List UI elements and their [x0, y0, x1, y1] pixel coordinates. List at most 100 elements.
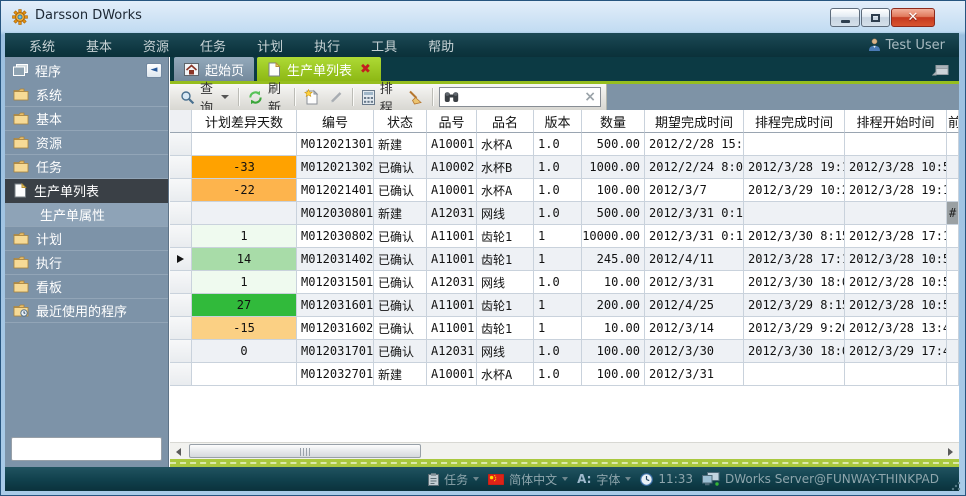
dropdown-arrow-icon[interactable] — [221, 95, 229, 99]
cell-sched_start[interactable] — [845, 363, 947, 386]
cell-sched_finish[interactable]: 2012/3/30 18:00 — [744, 340, 845, 363]
row-selector-cell[interactable] — [170, 294, 192, 317]
table-row[interactable]: 1M012030802已确认A11001齿轮1110000.002012/3/3… — [170, 225, 959, 248]
cell-sched_start[interactable] — [845, 133, 947, 156]
column-header[interactable]: 品号 — [427, 110, 477, 133]
cell-part_name[interactable]: 水杯A — [477, 133, 534, 156]
cell-expected_finish[interactable]: 2012/3/31 0:10 — [645, 202, 744, 225]
cell-part_name[interactable]: 齿轮1 — [477, 225, 534, 248]
cell-diff_days[interactable] — [192, 363, 297, 386]
cell-qty[interactable]: 10.00 — [582, 317, 645, 340]
cell-qty[interactable]: 500.00 — [582, 133, 645, 156]
cell-sched_start[interactable]: 2012/3/28 13:40 — [845, 317, 947, 340]
cell-diff_days[interactable]: 1 — [192, 271, 297, 294]
cell-diff_days[interactable]: -22 — [192, 179, 297, 202]
sidebar-item[interactable]: 执行 — [5, 251, 168, 275]
cell-sched_start[interactable]: 2012/3/28 10:52 — [845, 156, 947, 179]
cell-overflow[interactable]: # — [947, 202, 959, 225]
cell-expected_finish[interactable]: 2012/3/31 — [645, 363, 744, 386]
menu-item[interactable]: 工具 — [365, 34, 403, 57]
cell-qty[interactable]: 100.00 — [582, 363, 645, 386]
cell-part_name[interactable]: 齿轮1 — [477, 294, 534, 317]
cell-sched_finish[interactable]: 2012/3/29 10:20 — [744, 179, 845, 202]
cell-order_no[interactable]: M012030801 — [297, 202, 374, 225]
toolbar-search-clear-icon[interactable]: × — [584, 90, 596, 104]
cell-version[interactable]: 1.0 — [534, 133, 582, 156]
cell-qty[interactable]: 200.00 — [582, 294, 645, 317]
cell-sched_finish[interactable]: 2012/3/28 17:13 — [744, 248, 845, 271]
cell-version[interactable]: 1 — [534, 248, 582, 271]
cell-order_no[interactable]: M012021302 — [297, 156, 374, 179]
cell-expected_finish[interactable]: 2012/4/25 — [645, 294, 744, 317]
row-selector-cell[interactable] — [170, 133, 192, 156]
cell-part_no[interactable]: A10001 — [427, 363, 477, 386]
cell-diff_days[interactable]: 27 — [192, 294, 297, 317]
cell-version[interactable]: 1.0 — [534, 340, 582, 363]
column-header[interactable]: 数量 — [582, 110, 645, 133]
cell-part_name[interactable]: 网线 — [477, 340, 534, 363]
cell-sched_finish[interactable] — [744, 202, 845, 225]
cell-order_no[interactable]: M012031602 — [297, 317, 374, 340]
cell-version[interactable]: 1.0 — [534, 179, 582, 202]
cell-qty[interactable]: 245.00 — [582, 248, 645, 271]
sidebar-item[interactable]: 资源 — [5, 131, 168, 155]
menu-item[interactable]: 帮助 — [422, 34, 460, 57]
cell-expected_finish[interactable]: 2012/3/31 0:17 — [645, 225, 744, 248]
row-selector-cell[interactable] — [170, 179, 192, 202]
statusbar-item[interactable]: 11:33 — [640, 472, 693, 486]
row-selector-cell[interactable] — [170, 363, 192, 386]
cell-order_no[interactable]: M012032701 — [297, 363, 374, 386]
toolbar-search-input[interactable] — [463, 90, 580, 104]
sidebar-item[interactable]: 计划 — [5, 227, 168, 251]
toolbar-icon-button[interactable] — [402, 88, 428, 107]
cell-part_name[interactable]: 网线 — [477, 271, 534, 294]
column-header[interactable]: 排程开始时间 — [845, 110, 947, 133]
cell-part_no[interactable]: A12031 — [427, 340, 477, 363]
cell-status[interactable]: 已确认 — [374, 156, 427, 179]
cell-sched_finish[interactable]: 2012/3/30 18:00 — [744, 271, 845, 294]
table-row[interactable]: 0M012031701已确认A12031网线1.0100.002012/3/30… — [170, 340, 959, 363]
menu-item[interactable]: 任务 — [194, 34, 232, 57]
cell-overflow[interactable] — [947, 179, 959, 202]
cell-part_no[interactable]: A12031 — [427, 202, 477, 225]
cell-status[interactable]: 新建 — [374, 363, 427, 386]
table-row[interactable]: M012021301新建A10001水杯A1.0500.002012/2/28 … — [170, 133, 959, 156]
cell-version[interactable]: 1 — [534, 225, 582, 248]
cell-part_name[interactable]: 齿轮1 — [477, 317, 534, 340]
cell-part_no[interactable]: A11001 — [427, 248, 477, 271]
cell-diff_days[interactable] — [192, 133, 297, 156]
scroll-right-button[interactable] — [942, 443, 959, 460]
cell-part_no[interactable]: A10001 — [427, 133, 477, 156]
row-selector-cell[interactable] — [170, 340, 192, 363]
toolbar-icon-button[interactable] — [299, 87, 324, 107]
cell-sched_start[interactable] — [845, 202, 947, 225]
cell-overflow[interactable] — [947, 363, 959, 386]
column-header[interactable]: 期望完成时间 — [645, 110, 744, 133]
cell-part_name[interactable]: 齿轮1 — [477, 248, 534, 271]
row-selector-cell[interactable] — [170, 271, 192, 294]
cell-status[interactable]: 已确认 — [374, 294, 427, 317]
cell-sched_start[interactable]: 2012/3/29 17:46 — [845, 340, 947, 363]
table-row[interactable]: 27M012031601已确认A11001齿轮11200.002012/4/25… — [170, 294, 959, 317]
column-header[interactable]: 版本 — [534, 110, 582, 133]
float-window-icon[interactable] — [932, 63, 949, 76]
statusbar-item[interactable]: 简体中文 — [488, 471, 568, 488]
sidebar-item[interactable]: 生产单属性 — [5, 203, 168, 227]
cell-overflow[interactable] — [947, 271, 959, 294]
cell-qty[interactable]: 100.00 — [582, 179, 645, 202]
cell-expected_finish[interactable]: 2012/3/30 — [645, 340, 744, 363]
table-row[interactable]: M012030801新建A12031网线1.0500.002012/3/31 0… — [170, 202, 959, 225]
cell-sched_finish[interactable]: 2012/3/29 8:15 — [744, 294, 845, 317]
close-button[interactable]: ✕ — [891, 8, 935, 27]
cell-part_name[interactable]: 水杯A — [477, 179, 534, 202]
cell-status[interactable]: 新建 — [374, 202, 427, 225]
cell-order_no[interactable]: M012031701 — [297, 340, 374, 363]
cell-version[interactable]: 1 — [534, 294, 582, 317]
scroll-left-button[interactable] — [170, 443, 187, 460]
cell-sched_finish[interactable]: 2012/3/28 19:10 — [744, 156, 845, 179]
menu-item[interactable]: 资源 — [137, 34, 175, 57]
column-header[interactable]: 编号 — [297, 110, 374, 133]
cell-sched_finish[interactable] — [744, 363, 845, 386]
cell-qty[interactable]: 100.00 — [582, 340, 645, 363]
cell-overflow[interactable] — [947, 133, 959, 156]
